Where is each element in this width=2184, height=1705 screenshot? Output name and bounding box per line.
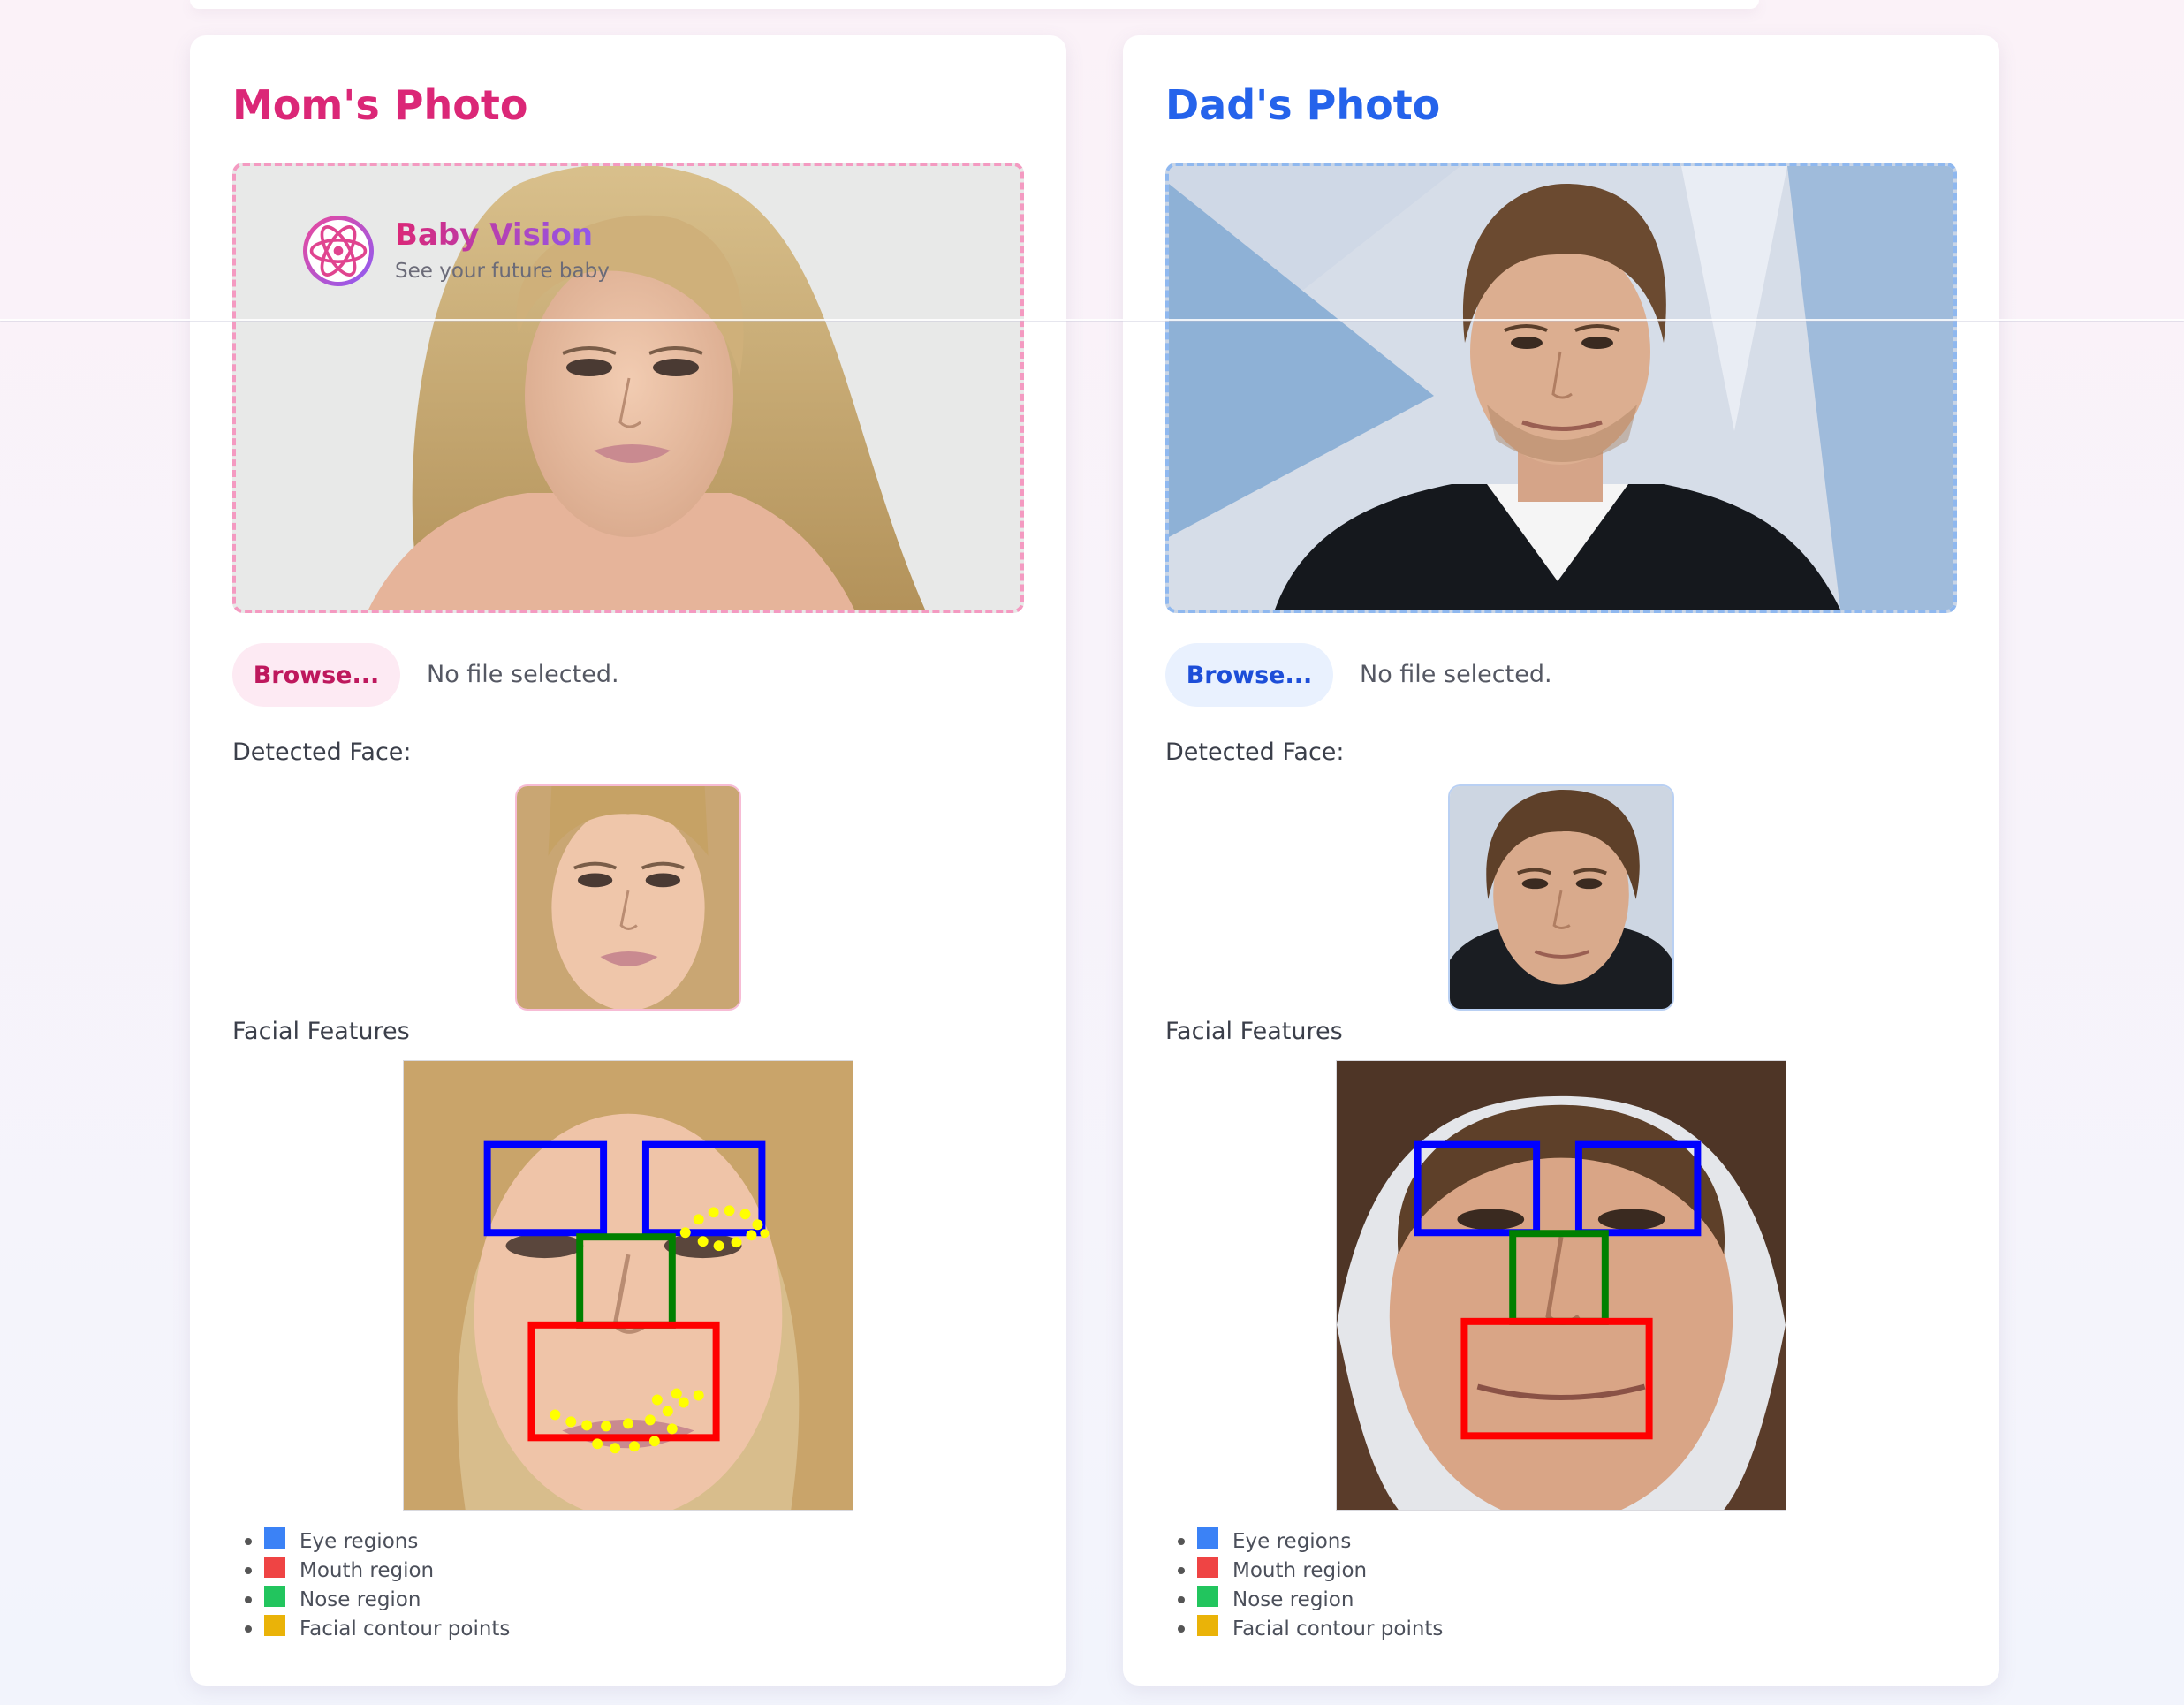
legend-item: Nose region — [1178, 1585, 1443, 1614]
legend-label: Mouth region — [300, 1558, 435, 1582]
legend-label: Eye regions — [300, 1529, 419, 1553]
brand-logo — [303, 216, 374, 286]
header-divider-line — [0, 319, 2184, 321]
mom-card-title: Mom's Photo — [232, 81, 528, 129]
mom-photo-card: Mom's Photo Baby Vision See your future … — [190, 35, 1066, 1686]
mom-detected-face-label: Detected Face: — [232, 739, 412, 766]
mom-file-status: No file selected. — [427, 661, 619, 688]
legend-item: Mouth region — [245, 1556, 510, 1585]
legend-label: Eye regions — [1232, 1529, 1352, 1553]
mom-photo-dropzone[interactable]: Baby Vision See your future baby — [232, 163, 1024, 613]
brand-name: Baby Vision — [395, 218, 610, 252]
mom-detected-face-image — [515, 784, 741, 1011]
atom-icon — [309, 225, 368, 277]
brand-header[interactable]: Baby Vision See your future baby — [303, 216, 610, 286]
legend-item: Eye regions — [245, 1527, 510, 1556]
dad-file-status: No file selected. — [1360, 661, 1552, 688]
legend-label: Mouth region — [1232, 1558, 1368, 1582]
legend-label: Nose region — [1232, 1588, 1354, 1611]
eye-swatch — [1197, 1527, 1218, 1549]
dad-photo-image — [1169, 166, 1953, 610]
legend-item: Facial contour points — [245, 1614, 510, 1643]
mom-feature-legend: Eye regions Mouth region Nose region Fac… — [245, 1527, 510, 1643]
contour-swatch — [1197, 1614, 1218, 1636]
mouth-swatch — [264, 1556, 285, 1578]
nose-swatch — [264, 1585, 285, 1607]
mom-facial-features-label: Facial Features — [232, 1018, 410, 1045]
mom-facial-features-image — [403, 1060, 853, 1511]
dad-facial-features-label: Facial Features — [1165, 1018, 1343, 1045]
dad-photo-card: Dad's Photo Browse... No file selected. … — [1123, 35, 1999, 1686]
eye-swatch — [264, 1527, 285, 1549]
contour-swatch — [264, 1614, 285, 1636]
legend-label: Facial contour points — [1232, 1617, 1444, 1641]
brand-tagline: See your future baby — [395, 259, 610, 283]
dad-detected-face-label: Detected Face: — [1165, 739, 1345, 766]
dad-photo-dropzone[interactable] — [1165, 163, 1957, 613]
legend-label: Facial contour points — [300, 1617, 511, 1641]
legend-item: Nose region — [245, 1585, 510, 1614]
mom-browse-button[interactable]: Browse... — [232, 643, 400, 707]
legend-label: Nose region — [300, 1588, 421, 1611]
dad-detected-face-image — [1448, 784, 1674, 1011]
legend-item: Facial contour points — [1178, 1614, 1443, 1643]
nose-swatch — [1197, 1585, 1218, 1607]
legend-item: Mouth region — [1178, 1556, 1443, 1585]
legend-item: Eye regions — [1178, 1527, 1443, 1556]
mouth-swatch — [1197, 1556, 1218, 1578]
previous-card-edge — [190, 0, 1759, 9]
dad-browse-button[interactable]: Browse... — [1165, 643, 1333, 707]
dad-card-title: Dad's Photo — [1165, 81, 1441, 129]
dad-feature-legend: Eye regions Mouth region Nose region Fac… — [1178, 1527, 1443, 1643]
dad-facial-features-image — [1336, 1060, 1786, 1511]
